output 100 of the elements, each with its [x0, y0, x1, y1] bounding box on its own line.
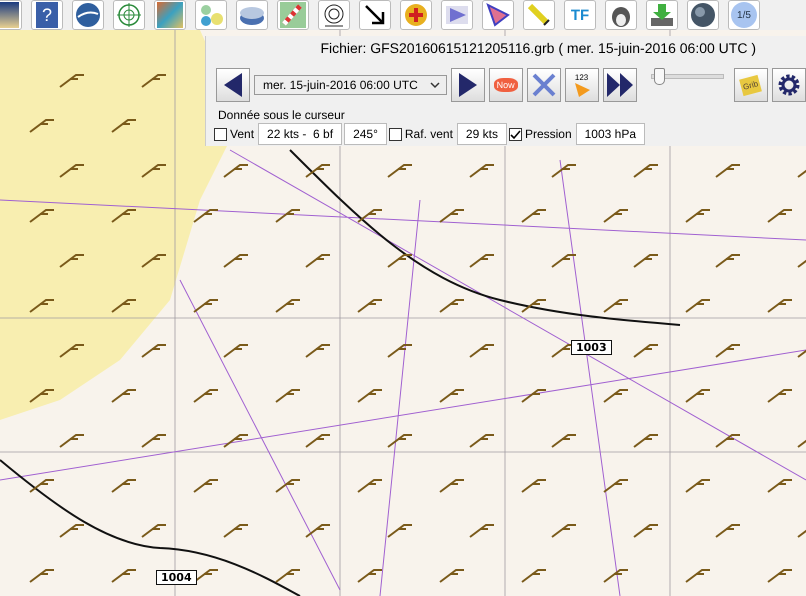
wind-barb-icon [141, 74, 167, 88]
wind-barb-icon [715, 434, 741, 448]
wind-barb-icon [29, 569, 55, 583]
wind-barb-icon [275, 209, 301, 223]
wind-barb-icon [305, 344, 331, 358]
wind-barb-icon [603, 209, 629, 223]
wind-barb-icon [551, 164, 577, 178]
wind-barb-icon [275, 299, 301, 313]
wind-barb-icon [141, 524, 167, 538]
dots-tool-button[interactable] [195, 0, 227, 30]
wind-barb-icon [521, 389, 547, 403]
disk-tool-button[interactable] [236, 0, 268, 30]
wind-barb-icon [633, 434, 659, 448]
wind-barb-icon [141, 254, 167, 268]
wind-barb-icon [223, 344, 249, 358]
wind-barb-icon [305, 434, 331, 448]
layer-checkbox[interactable]: Vent [214, 127, 254, 141]
wind-barb-icon [275, 569, 301, 583]
wind-barb-icon [111, 479, 137, 493]
wind-barb-icon [357, 389, 383, 403]
clock-tool-button[interactable]: 1/5 [728, 0, 760, 30]
isobar-label: 1003 [571, 340, 612, 355]
isobar-label: 1004 [156, 570, 197, 585]
wind-barb-icon [111, 299, 137, 313]
wind-barb-icon [141, 434, 167, 448]
value-field: 1003 hPa [576, 123, 646, 145]
wind-barb-icon [59, 74, 85, 88]
date-dropdown[interactable]: mer. 15-juin-2016 06:00 UTC [254, 75, 447, 95]
earth-tool-button[interactable] [687, 0, 719, 30]
wind-barb-icon [357, 299, 383, 313]
wind-barb-icon [387, 254, 413, 268]
wind-barb-icon [551, 254, 577, 268]
previous-button[interactable] [216, 68, 250, 102]
wind-barb-icon [59, 344, 85, 358]
arrow-tool-button[interactable] [359, 0, 391, 30]
wind-barb-icon [193, 209, 219, 223]
wind-barb-icon [685, 569, 711, 583]
fast-forward-button[interactable] [602, 68, 637, 102]
triangle-tool-button[interactable] [482, 0, 514, 30]
wind-barb-icon [59, 164, 85, 178]
wind-barb-icon [685, 479, 711, 493]
next-button[interactable] [450, 68, 485, 102]
layer-checkbox[interactable]: Pression [508, 127, 572, 141]
wind-barb-icon [767, 209, 793, 223]
wind-barb-icon [439, 479, 465, 493]
layer-checkbox[interactable]: Raf. vent [388, 127, 453, 141]
file-title: Fichier: GFS20160615121205116.grb ( mer. 15-juin-2016 06:00 UTC ) [319, 39, 757, 58]
wind-barb-icon [633, 524, 659, 538]
wind-barb-icon [551, 434, 577, 448]
time-slider[interactable] [650, 68, 724, 88]
wind-barb-icon [685, 389, 711, 403]
wind-barb-icon [439, 209, 465, 223]
wind-barb-icon [633, 344, 659, 358]
wind-barb-icon [59, 254, 85, 268]
play-tool-button[interactable] [441, 0, 473, 30]
wind-barb-icon [59, 434, 85, 448]
value-field: 245° [344, 123, 387, 145]
wind-barb-icon [521, 209, 547, 223]
value-field: 29 kts [456, 123, 507, 145]
wind-barb-icon [603, 389, 629, 403]
grib-folder-button[interactable]: Grib [734, 68, 768, 102]
wind-barb-icon [223, 434, 249, 448]
wind-barb-icon [111, 389, 137, 403]
wind-barb-icon [29, 479, 55, 493]
globe-tool-button[interactable] [72, 0, 104, 30]
zoom-arrows-button[interactable] [526, 68, 561, 102]
wind-barb-icon [767, 479, 793, 493]
wind-barb-icon [603, 479, 629, 493]
wind-barb-icon [633, 164, 659, 178]
wind-barb-icon [685, 209, 711, 223]
text-tool-button[interactable]: TF [564, 0, 596, 30]
wind-barb-icon [469, 254, 495, 268]
wind-barb-icon [29, 209, 55, 223]
wind-barb-icon [223, 164, 249, 178]
step-button[interactable]: 123 [564, 68, 599, 102]
wind-barb-icon [603, 569, 629, 583]
wind-barb-icon [715, 164, 741, 178]
settings-button[interactable] [772, 68, 806, 102]
gear-icon [777, 73, 801, 97]
wind-barb-icon [633, 254, 659, 268]
wind-barb-icon [387, 524, 413, 538]
satellite-tool-button[interactable] [154, 0, 186, 30]
help-tool-button[interactable]: ? [31, 0, 63, 30]
wind-barb-icon [193, 389, 219, 403]
buoy-tool-button[interactable] [277, 0, 309, 30]
wind-barb-icon [59, 524, 85, 538]
download-tool-button[interactable] [646, 0, 678, 30]
slider-thumb[interactable] [654, 68, 665, 85]
wind-barb-icon [767, 389, 793, 403]
cross-tool-button[interactable] [400, 0, 432, 30]
target-tool-button[interactable] [113, 0, 145, 30]
wind-barb-icon [715, 524, 741, 538]
wind-barb-icon [767, 299, 793, 313]
wind-barb-icon [469, 344, 495, 358]
wind-barb-icon [767, 569, 793, 583]
wind-barb-icon [305, 254, 331, 268]
value-field: 22 kts - 6 bf [258, 123, 342, 145]
left-triangle-icon [222, 72, 244, 98]
wind-barb-icon [357, 479, 383, 493]
wind-barb-icon [439, 389, 465, 403]
